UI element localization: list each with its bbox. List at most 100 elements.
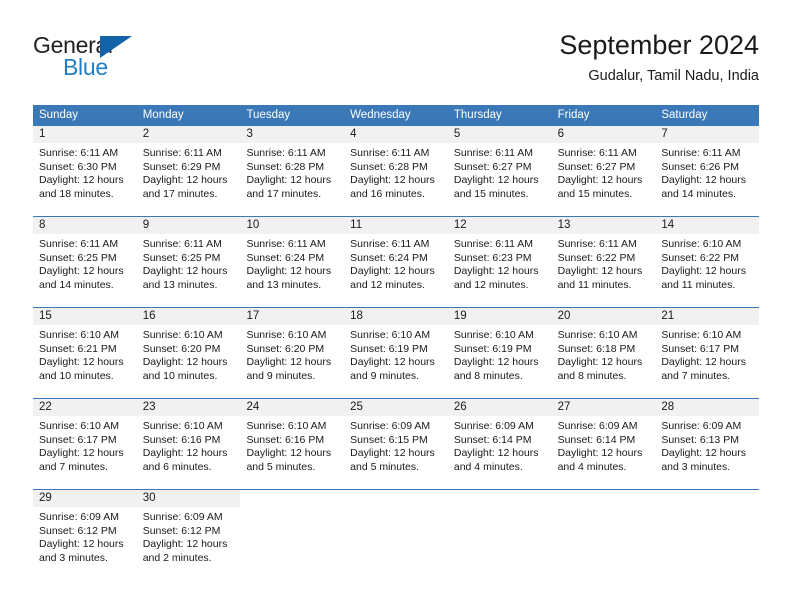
day-number: 21 [655,308,760,325]
day-number [344,490,448,507]
day-number: 19 [447,308,552,325]
day-cell[interactable]: 19 Sunrise: 6:10 AM Sunset: 6:19 PM Dayl… [447,308,552,398]
sunrise-text: Sunrise: 6:10 AM [661,238,742,250]
daylight-text-line1: Daylight: 12 hours [39,265,124,278]
day-cell-empty [447,490,552,580]
day-cell[interactable]: 21 Sunrise: 6:10 AM Sunset: 6:17 PM Dayl… [655,308,760,398]
day-cell[interactable]: 18 Sunrise: 6:10 AM Sunset: 6:19 PM Dayl… [344,308,448,398]
day-cell[interactable]: 15 Sunrise: 6:10 AM Sunset: 6:21 PM Dayl… [33,308,137,398]
weekday-header-saturday: Saturday [661,109,708,121]
daylight-text-line2: and 2 minutes. [142,551,212,564]
daylight-text-line2: and 8 minutes. [557,369,627,382]
day-details: Sunrise: 6:10 AM Sunset: 6:21 PM Dayligh… [33,325,137,383]
page-subtitle: Gudalur, Tamil Nadu, India [588,68,759,84]
day-details: Sunrise: 6:09 AM Sunset: 6:14 PM Dayligh… [552,416,656,474]
daylight-text-line2: and 4 minutes. [453,460,523,473]
day-details: Sunrise: 6:11 AM Sunset: 6:24 PM Dayligh… [344,234,448,292]
day-cell[interactable]: 7 Sunrise: 6:11 AM Sunset: 6:26 PM Dayli… [655,126,760,216]
day-number: 20 [551,308,656,325]
day-details: Sunrise: 6:10 AM Sunset: 6:22 PM Dayligh… [655,234,759,292]
day-cell-empty [344,490,448,580]
day-number: 10 [240,217,345,234]
sunrise-text: Sunrise: 6:11 AM [39,238,119,250]
daylight-text-line1: Daylight: 12 hours [246,447,332,460]
day-details: Sunrise: 6:09 AM Sunset: 6:14 PM Dayligh… [448,416,552,474]
daylight-text-line1: Daylight: 12 hours [246,265,332,278]
sunset-text: Sunset: 6:14 PM [453,433,532,446]
day-cell[interactable]: 27 Sunrise: 6:09 AM Sunset: 6:14 PM Dayl… [551,399,656,489]
day-number [655,490,760,507]
day-number: 25 [344,399,448,416]
sunrise-text: Sunrise: 6:09 AM [557,420,638,432]
sunset-text: Sunset: 6:28 PM [350,160,428,173]
day-cell[interactable]: 24 Sunrise: 6:10 AM Sunset: 6:16 PM Dayl… [240,399,345,489]
day-details: Sunrise: 6:10 AM Sunset: 6:18 PM Dayligh… [552,325,656,383]
day-number: 9 [136,217,241,234]
day-cell[interactable]: 6 Sunrise: 6:11 AM Sunset: 6:27 PM Dayli… [551,126,656,216]
day-cell[interactable]: 3 Sunrise: 6:11 AM Sunset: 6:28 PM Dayli… [240,126,345,216]
weekday-header-sunday: Sunday [39,109,79,121]
day-cell[interactable]: 14 Sunrise: 6:10 AM Sunset: 6:22 PM Dayl… [655,217,760,307]
sunrise-text: Sunrise: 6:10 AM [142,329,223,341]
day-cell[interactable]: 5 Sunrise: 6:11 AM Sunset: 6:27 PM Dayli… [447,126,552,216]
day-number: 1 [33,126,137,143]
daylight-text-line1: Daylight: 12 hours [453,174,539,187]
sunrise-text: Sunrise: 6:10 AM [39,420,119,432]
calendar-page: General Blue September 2024 Gudalur, Tam… [0,0,792,612]
daylight-text-line1: Daylight: 12 hours [142,356,228,369]
sunrise-text: Sunrise: 6:11 AM [350,147,430,159]
week-row: 8 Sunrise: 6:11 AM Sunset: 6:25 PM Dayli… [33,216,760,307]
daylight-text-line2: and 15 minutes. [557,187,633,200]
daylight-text-line2: and 7 minutes. [661,369,731,382]
weekday-header-wednesday: Wednesday [350,109,411,121]
day-cell[interactable]: 28 Sunrise: 6:09 AM Sunset: 6:13 PM Dayl… [655,399,760,489]
day-cell[interactable]: 29 Sunrise: 6:09 AM Sunset: 6:12 PM Dayl… [33,490,137,580]
day-cell[interactable]: 13 Sunrise: 6:11 AM Sunset: 6:22 PM Dayl… [551,217,656,307]
general-blue-logo[interactable]: General Blue [33,32,163,84]
day-details: Sunrise: 6:11 AM Sunset: 6:25 PM Dayligh… [137,234,241,292]
daylight-text-line2: and 11 minutes. [557,278,632,291]
page-title: September 2024 [559,30,759,60]
day-cell[interactable]: 20 Sunrise: 6:10 AM Sunset: 6:18 PM Dayl… [551,308,656,398]
day-cell[interactable]: 30 Sunrise: 6:09 AM Sunset: 6:12 PM Dayl… [136,490,241,580]
day-cell[interactable]: 4 Sunrise: 6:11 AM Sunset: 6:28 PM Dayli… [344,126,448,216]
weekday-header-thursday: Thursday [453,109,502,121]
day-cell[interactable]: 2 Sunrise: 6:11 AM Sunset: 6:29 PM Dayli… [136,126,241,216]
sunrise-text: Sunrise: 6:09 AM [39,511,119,523]
daylight-text-line1: Daylight: 12 hours [39,538,124,551]
day-cell[interactable]: 26 Sunrise: 6:09 AM Sunset: 6:14 PM Dayl… [447,399,552,489]
day-cell[interactable]: 12 Sunrise: 6:11 AM Sunset: 6:23 PM Dayl… [447,217,552,307]
day-number: 27 [551,399,656,416]
sunrise-text: Sunrise: 6:11 AM [557,147,637,159]
day-cell[interactable]: 17 Sunrise: 6:10 AM Sunset: 6:20 PM Dayl… [240,308,345,398]
day-cell[interactable]: 8 Sunrise: 6:11 AM Sunset: 6:25 PM Dayli… [33,217,137,307]
day-cell-empty [240,490,345,580]
day-cell[interactable]: 22 Sunrise: 6:10 AM Sunset: 6:17 PM Dayl… [33,399,137,489]
day-number: 4 [344,126,448,143]
daylight-text-line1: Daylight: 12 hours [142,174,228,187]
daylight-text-line2: and 14 minutes. [39,278,114,291]
sunset-text: Sunset: 6:30 PM [39,160,117,173]
day-number: 3 [240,126,345,143]
sunset-text: Sunset: 6:27 PM [557,160,636,173]
weekday-header-monday: Monday [142,109,184,121]
daylight-text-line1: Daylight: 12 hours [39,356,124,369]
day-cell[interactable]: 1 Sunrise: 6:11 AM Sunset: 6:30 PM Dayli… [33,126,137,216]
day-number: 5 [447,126,552,143]
day-details: Sunrise: 6:11 AM Sunset: 6:27 PM Dayligh… [448,143,552,201]
day-details: Sunrise: 6:09 AM Sunset: 6:13 PM Dayligh… [655,416,759,474]
daylight-text-line2: and 17 minutes. [246,187,322,200]
day-cell[interactable]: 9 Sunrise: 6:11 AM Sunset: 6:25 PM Dayli… [136,217,241,307]
daylight-text-line2: and 12 minutes. [453,278,529,291]
day-cell[interactable]: 11 Sunrise: 6:11 AM Sunset: 6:24 PM Dayl… [344,217,448,307]
day-cell[interactable]: 25 Sunrise: 6:09 AM Sunset: 6:15 PM Dayl… [344,399,448,489]
day-details: Sunrise: 6:11 AM Sunset: 6:28 PM Dayligh… [344,143,448,201]
day-cell[interactable]: 16 Sunrise: 6:10 AM Sunset: 6:20 PM Dayl… [136,308,241,398]
day-cell[interactable]: 23 Sunrise: 6:10 AM Sunset: 6:16 PM Dayl… [136,399,241,489]
day-details: Sunrise: 6:10 AM Sunset: 6:16 PM Dayligh… [137,416,241,474]
sunset-text: Sunset: 6:27 PM [453,160,532,173]
sunset-text: Sunset: 6:24 PM [350,251,428,264]
day-details: Sunrise: 6:10 AM Sunset: 6:20 PM Dayligh… [240,325,344,383]
day-cell[interactable]: 10 Sunrise: 6:11 AM Sunset: 6:24 PM Dayl… [240,217,345,307]
day-details: Sunrise: 6:11 AM Sunset: 6:27 PM Dayligh… [552,143,656,201]
